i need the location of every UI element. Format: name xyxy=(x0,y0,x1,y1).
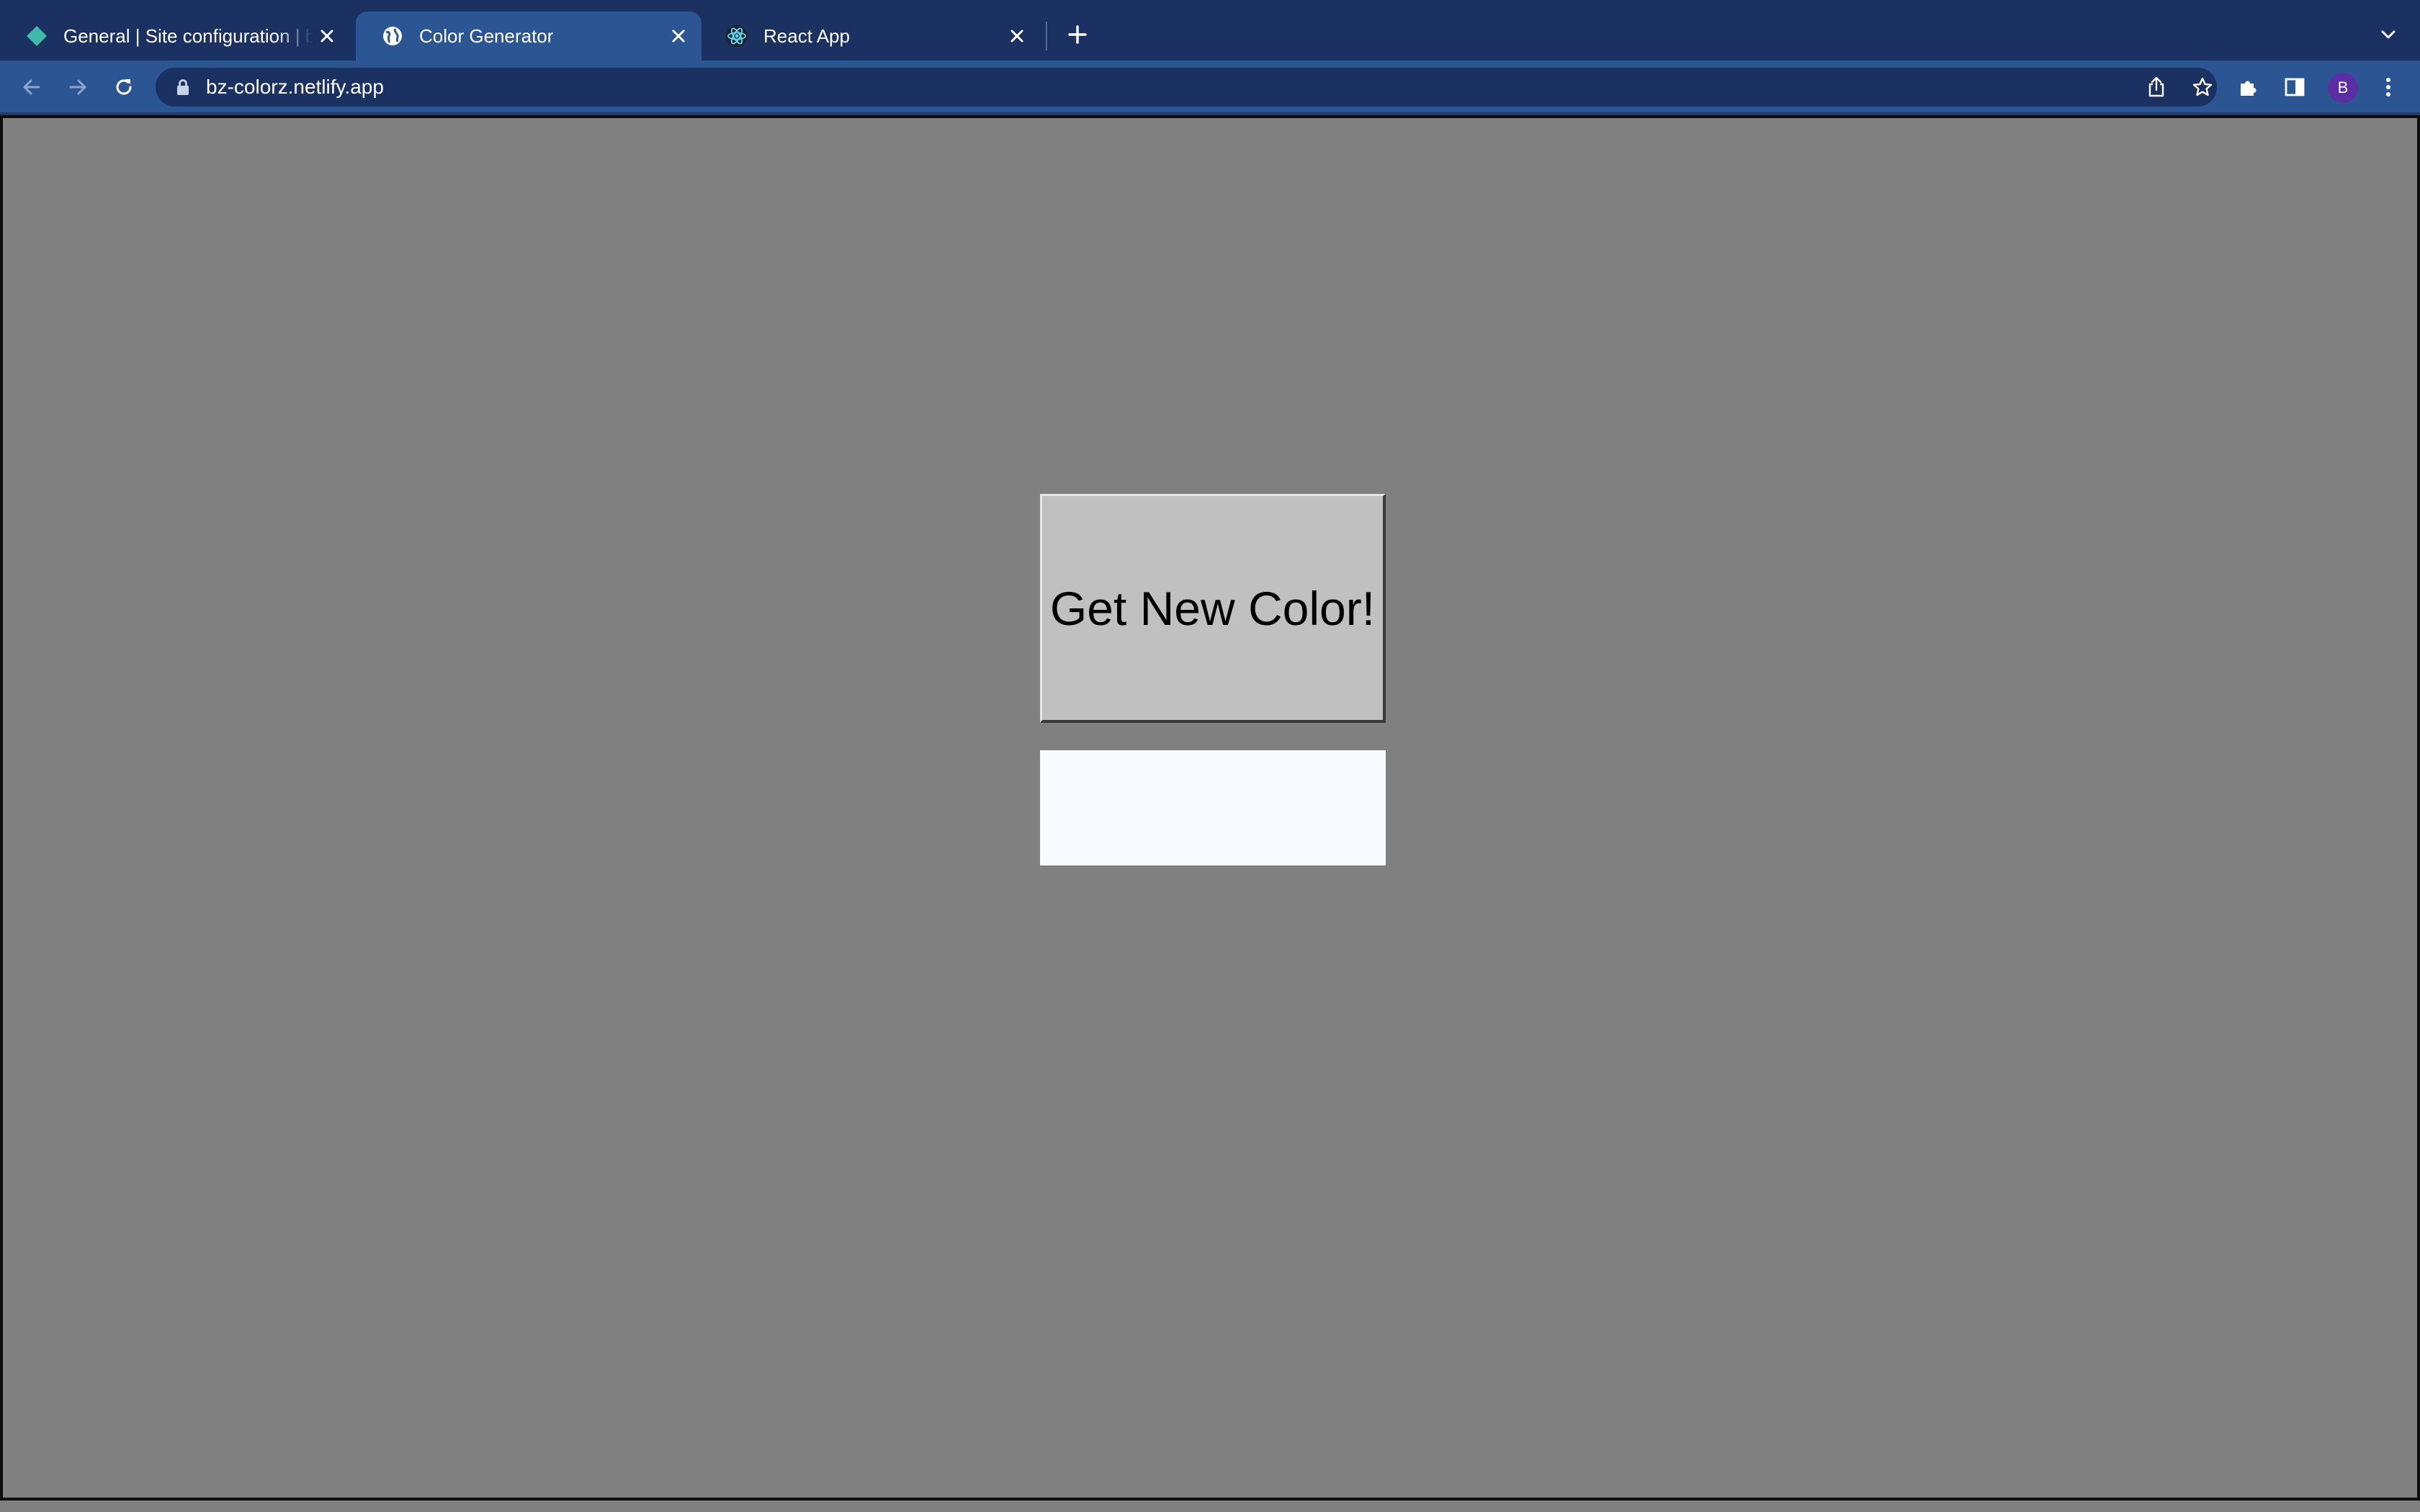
plus-icon xyxy=(1068,25,1087,44)
tab-site-configuration[interactable]: General | Site configuration | bz-colorz xyxy=(0,12,350,60)
chevron-down-icon xyxy=(2381,30,2396,39)
close-icon[interactable] xyxy=(664,22,693,50)
arrow-left-icon xyxy=(23,79,40,95)
browser-menu-button[interactable] xyxy=(2372,71,2404,103)
puzzle-icon xyxy=(2241,81,2257,96)
tab-react-app[interactable]: React App xyxy=(700,12,1040,60)
new-tab-button[interactable] xyxy=(1062,19,1093,50)
url-text: bz-colorz.netlify.app xyxy=(206,76,384,98)
avatar-initial: B xyxy=(2337,78,2349,96)
share-button[interactable] xyxy=(2141,71,2172,103)
address-bar[interactable]: bz-colorz.netlify.app xyxy=(156,68,2217,107)
extensions-button[interactable] xyxy=(2233,71,2264,103)
color-swatch xyxy=(1040,750,1386,865)
close-icon[interactable] xyxy=(1003,22,1031,50)
window-bottom-edge xyxy=(0,1500,2420,1512)
tab-search-button[interactable] xyxy=(2372,19,2404,50)
share-icon xyxy=(2148,76,2164,97)
tab-separator xyxy=(1046,22,1047,50)
lock-icon[interactable] xyxy=(173,77,193,97)
reload-button[interactable] xyxy=(107,70,141,104)
tab-title: General | Site configuration | bz-colorz xyxy=(63,24,313,47)
bookmark-button[interactable] xyxy=(2187,71,2218,103)
star-icon xyxy=(2192,77,2213,96)
tab-color-generator[interactable]: Color Generator xyxy=(356,12,702,60)
globe-icon xyxy=(380,24,405,48)
react-atom-icon xyxy=(725,24,749,48)
tab-strip: General | Site configuration | bz-colorz… xyxy=(0,0,2420,60)
forward-button[interactable] xyxy=(60,70,95,104)
netlify-diamond-icon xyxy=(24,24,49,48)
tab-title: React App xyxy=(763,24,850,47)
tab-title: Color Generator xyxy=(419,24,554,47)
arrow-right-icon xyxy=(69,79,86,95)
close-icon[interactable] xyxy=(313,22,341,50)
side-panel-icon xyxy=(2285,78,2305,96)
profile-avatar[interactable]: B xyxy=(2328,73,2358,103)
get-new-color-button[interactable]: Get New Color! xyxy=(1040,494,1386,723)
back-button[interactable] xyxy=(14,70,49,104)
reload-icon xyxy=(116,79,132,95)
browser-toolbar: bz-colorz.netlify.app B xyxy=(0,60,2420,114)
kebab-menu-icon xyxy=(2386,78,2390,96)
side-panel-button[interactable] xyxy=(2279,71,2311,103)
